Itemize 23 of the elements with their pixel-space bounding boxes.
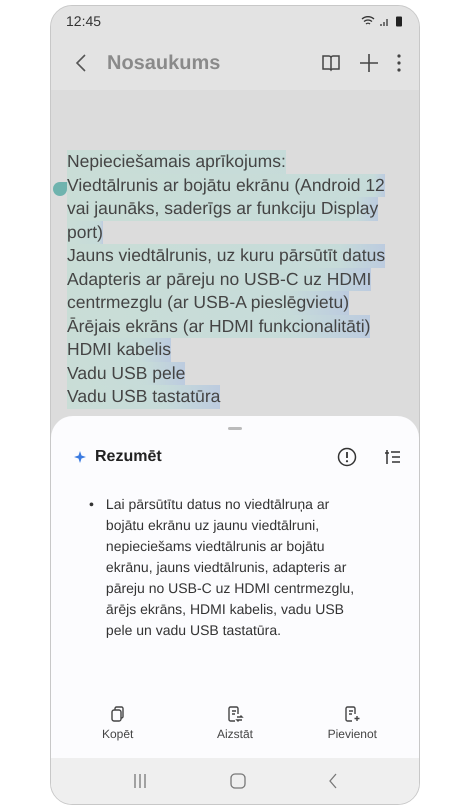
more-icon[interactable] xyxy=(397,54,401,72)
info-icon[interactable] xyxy=(337,447,357,467)
selection-handle[interactable] xyxy=(53,182,67,196)
back-icon[interactable] xyxy=(328,773,338,789)
action-button[interactable]: Pievienot xyxy=(307,704,398,742)
book-icon[interactable] xyxy=(321,54,341,72)
status-icons xyxy=(361,15,405,27)
bullet: • xyxy=(89,495,94,514)
summary-text: Lai pārsūtītu datus no viedtālruņa ar bojātu ekrānu uz jaunu viedtālruni, nepieciešams viedtālrunis ar bojātu ekrānu, jauns viedtālrunis, adapteris ar pāreju no USB-C uz HDMI centrmezglu, ārējs ekrāns, HDMI kabelis, vadu USB pele un vadu USB tastatūra. xyxy=(106,495,356,640)
document-add-icon xyxy=(343,705,362,723)
add-icon[interactable] xyxy=(359,53,379,73)
drag-handle[interactable] xyxy=(228,427,242,430)
home-icon[interactable] xyxy=(230,773,246,789)
note-title: Nosaukums xyxy=(107,52,222,74)
back-button[interactable] xyxy=(75,53,87,73)
document-swap-icon xyxy=(226,705,244,723)
sparkle-icon xyxy=(73,450,87,464)
recents-icon[interactable] xyxy=(132,773,148,789)
action-button[interactable]: Kopēt xyxy=(72,704,163,742)
status-time: 12:45 xyxy=(66,13,102,29)
list-settings-icon[interactable] xyxy=(383,448,401,466)
summary-title: Rezumēt xyxy=(95,448,163,466)
action-button[interactable]: Aizstāt xyxy=(190,704,280,742)
